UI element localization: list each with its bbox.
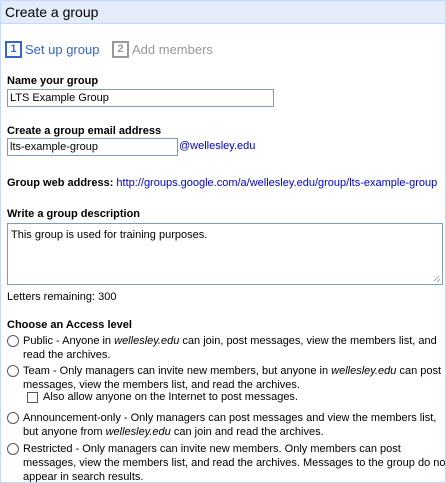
step-label: Add members <box>132 42 213 57</box>
access-option-text: Announcement-only - Only managers can po… <box>23 412 437 438</box>
web-address-link[interactable]: http://groups.google.com/a/wellesley.edu… <box>116 177 437 189</box>
radio-restricted[interactable] <box>7 443 19 455</box>
group-email-input[interactable]: lts-example-group <box>7 138 178 156</box>
step-number-1-icon: 1 <box>5 41 22 58</box>
access-option-text: Public - Anyone in wellesley.edu can joi… <box>23 335 437 361</box>
step-set-up-group[interactable]: 1 Set up group <box>5 41 99 58</box>
page-title: Create a group <box>5 4 99 20</box>
group-web-address: Group web address: http://groups.google.… <box>7 177 437 189</box>
access-option-text: Team - Only managers can invite new memb… <box>23 365 442 391</box>
letters-remaining: Letters remaining: 300 <box>7 291 117 303</box>
access-option-text: Restricted - Only managers can invite ne… <box>23 443 446 483</box>
resize-grip-icon[interactable] <box>434 276 440 282</box>
web-address-label: Group web address: <box>7 177 114 189</box>
description-textarea[interactable]: This group is used for training purposes… <box>7 223 443 285</box>
group-email-label: Create a group email address <box>7 125 162 137</box>
group-name-label: Name your group <box>7 75 99 87</box>
step-add-members[interactable]: 2 Add members <box>112 41 213 58</box>
step-number-2-icon: 2 <box>112 41 129 58</box>
step-label: Set up group <box>25 42 100 57</box>
radio-announcement[interactable] <box>7 412 19 424</box>
create-group-panel: Create a group 1 Set up group 2 Add member… <box>0 0 446 483</box>
title-bar: Create a group <box>1 1 445 24</box>
group-name-input[interactable]: LTS Example Group <box>7 89 274 107</box>
description-text: This group is used for training purposes… <box>11 229 208 241</box>
description-label: Write a group description <box>7 208 141 220</box>
allow-internet-label: Also allow anyone on the Internet to pos… <box>43 391 298 403</box>
email-domain: @wellesley.edu <box>179 140 256 152</box>
radio-team[interactable] <box>7 365 19 377</box>
allow-internet-checkbox[interactable] <box>27 392 38 403</box>
access-level-heading: Choose an Access level <box>7 319 132 331</box>
radio-public[interactable] <box>7 335 19 347</box>
